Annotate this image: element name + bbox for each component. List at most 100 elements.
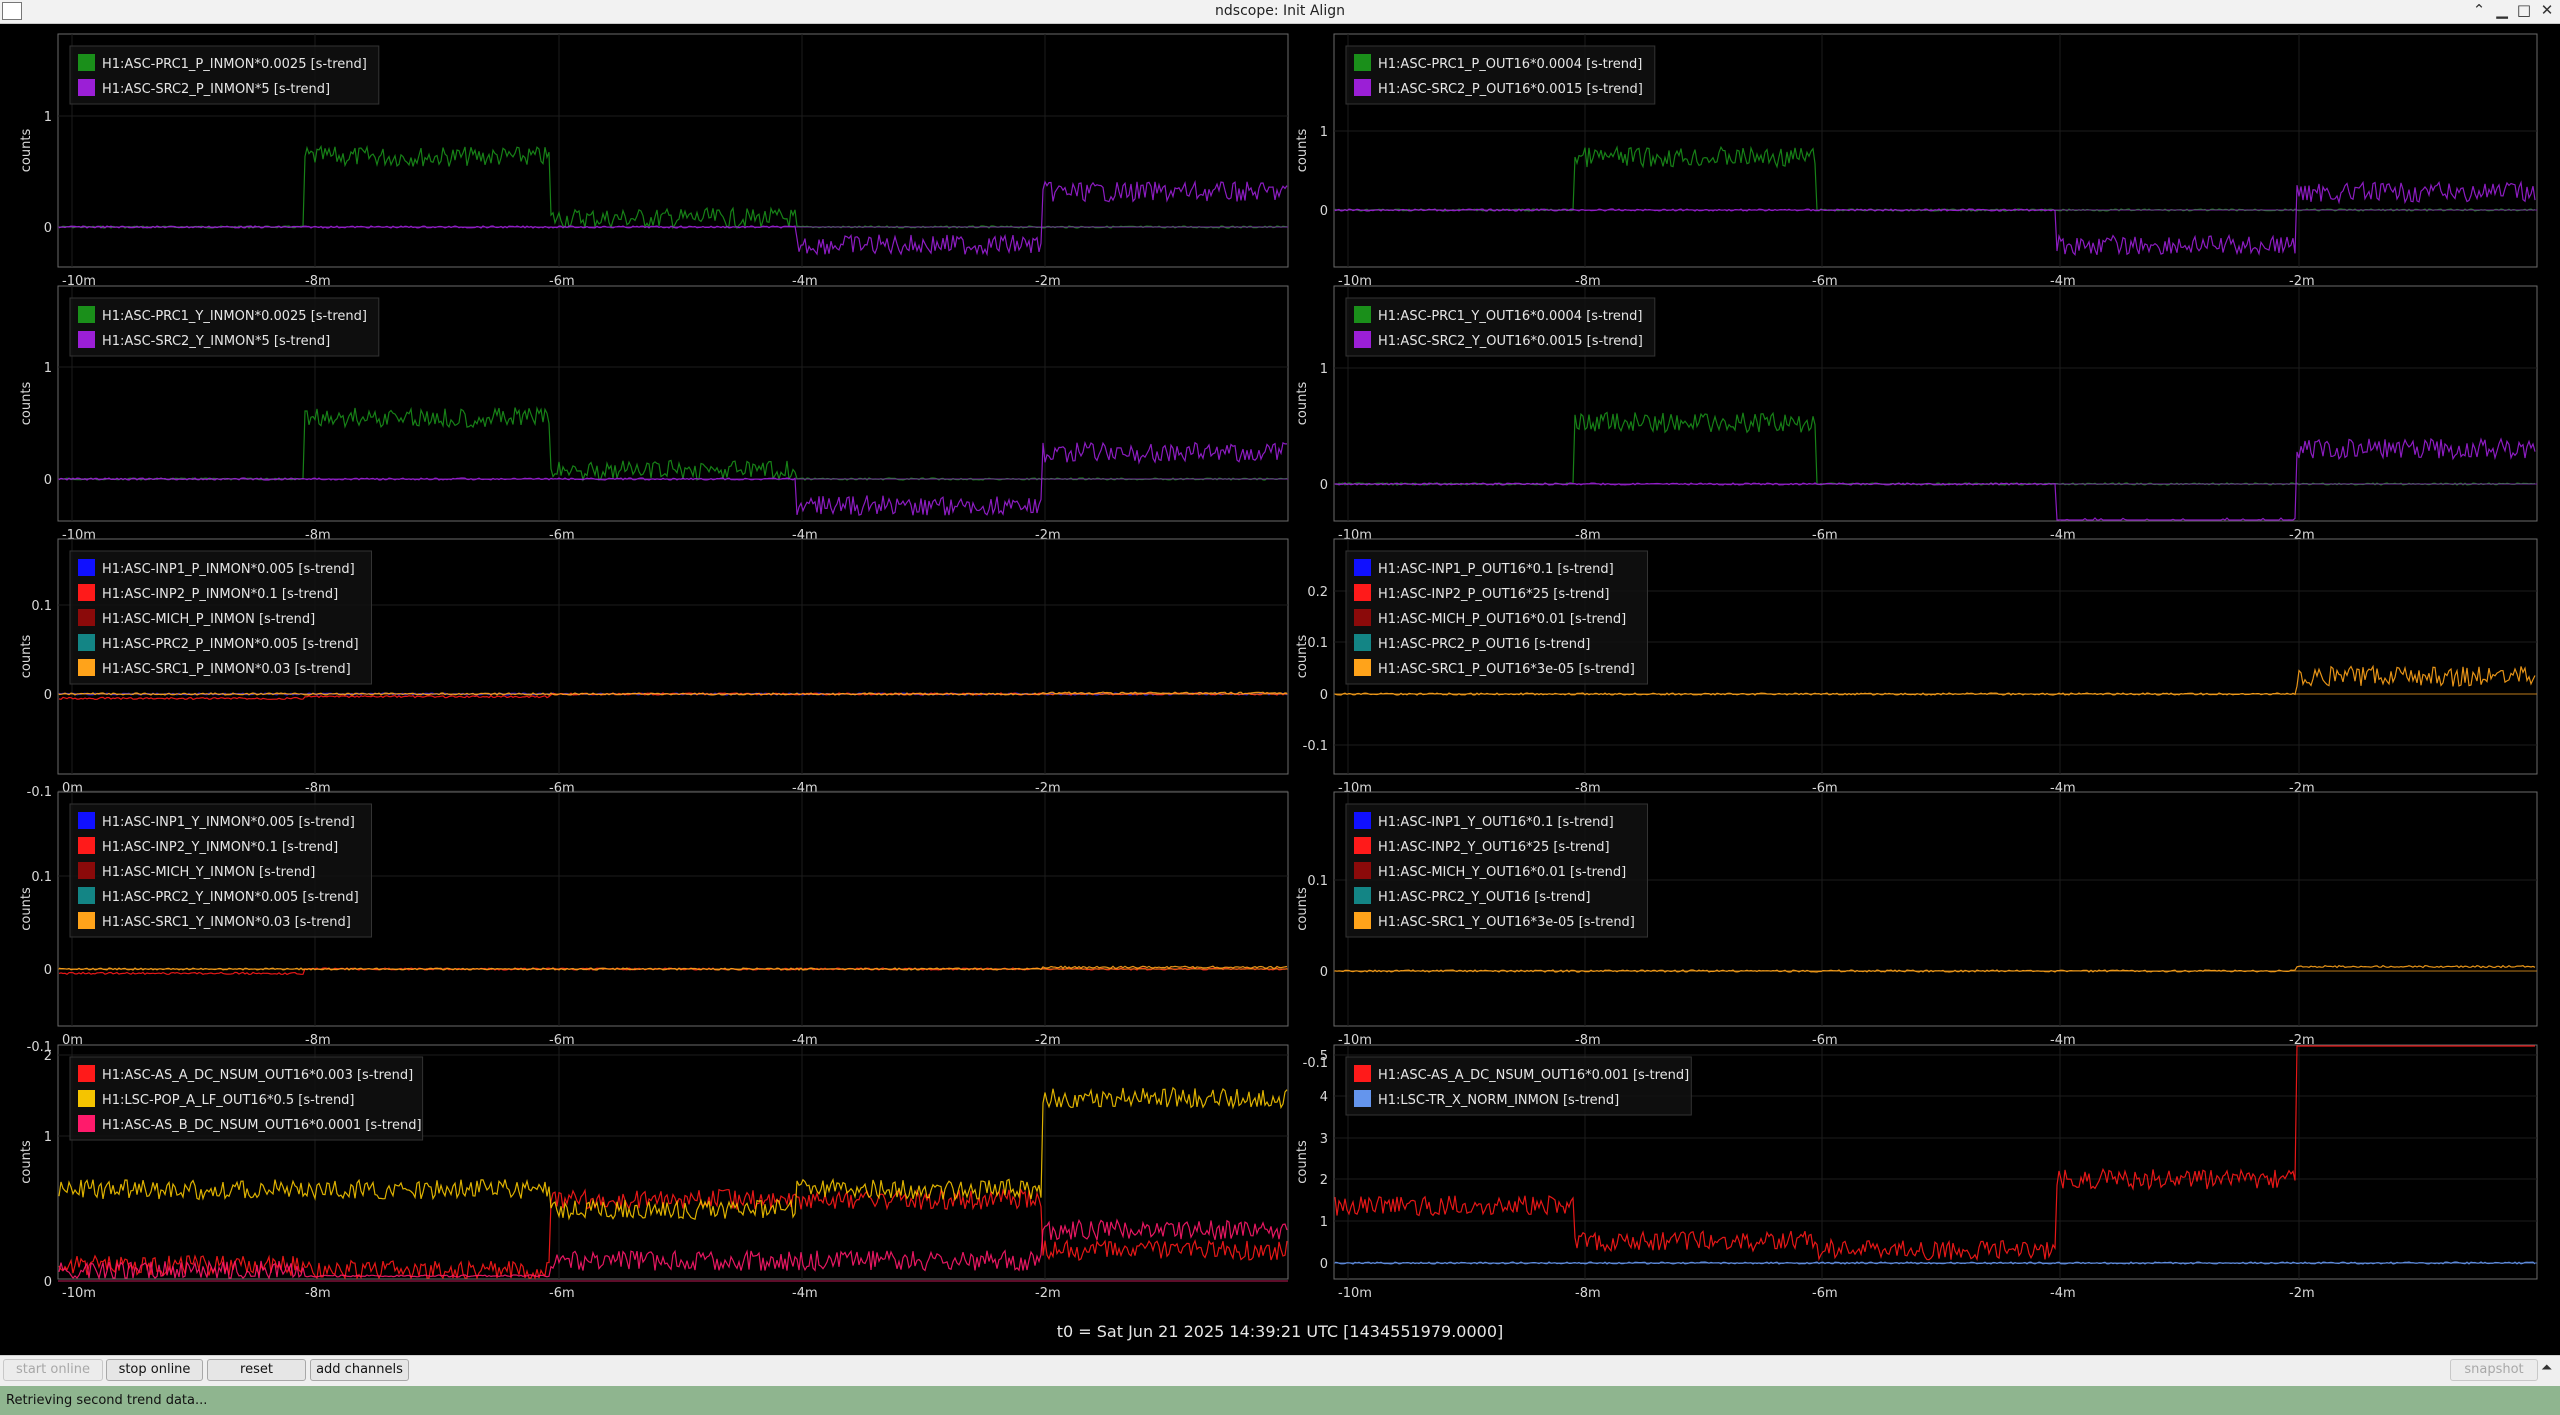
- y-tick-label: 1: [44, 110, 52, 125]
- y-tick-label: -0.1: [1303, 739, 1328, 754]
- legend-swatch: [78, 1090, 95, 1107]
- x-tick-label: -4m: [792, 1286, 818, 1301]
- status-bar: Retrieving second trend data...: [0, 1386, 2560, 1415]
- x-tick-label: -4m: [2050, 1286, 2076, 1301]
- y-tick-label: 2: [1320, 1173, 1328, 1188]
- legend-label: H1:ASC-PRC1_P_OUT16*0.0004 [s-trend]: [1378, 57, 1642, 72]
- legend-swatch: [1354, 1090, 1371, 1107]
- legend-swatch: [78, 331, 95, 348]
- legend-label: H1:ASC-PRC1_Y_OUT16*0.0004 [s-trend]: [1378, 309, 1642, 324]
- legend-swatch: [1354, 912, 1371, 929]
- y-tick-label: 4: [1320, 1090, 1328, 1105]
- legend-label: H1:ASC-PRC2_P_OUT16 [s-trend]: [1378, 637, 1590, 652]
- x-tick-label: -10m: [62, 1286, 96, 1301]
- y-tick-label: 0: [1320, 688, 1328, 703]
- restore-icon[interactable]: ▁: [2492, 1, 2512, 19]
- plot-panel[interactable]: 0.10-0.1-10m -8m -6m -4m -2mcountsH1:ASC-INP…: [1295, 791, 2538, 1071]
- toolbar: start online stop online reset add chann…: [0, 1355, 2560, 1386]
- chevron-up-icon[interactable]: ⏶: [2541, 1360, 2552, 1376]
- y-axis-label: counts: [1295, 1140, 1310, 1184]
- y-axis-label: counts: [1295, 887, 1310, 931]
- y-axis-label: counts: [19, 129, 34, 173]
- y-tick-label: 0: [44, 963, 52, 978]
- y-tick-label: 0: [44, 221, 52, 236]
- y-tick-label: 1: [44, 361, 52, 376]
- legend-swatch: [1354, 609, 1371, 626]
- legend-label: H1:ASC-INP2_Y_INMON*0.1 [s-trend]: [102, 840, 338, 855]
- y-tick-label: 5: [1320, 1049, 1328, 1064]
- y-tick-label: 3: [1320, 1132, 1328, 1147]
- plot-panel[interactable]: 5 4 3 2 1 0 -10m -8m -6m -4m -2m counts H1:ASC-AS_A_…: [1295, 1044, 2538, 1301]
- legend-swatch: [78, 862, 95, 879]
- plot-panel[interactable]: 0.10-0.1 0m -8m -6m -4m -2mcountsH1:ASC-INP1_…: [19, 538, 1289, 800]
- legend-label: H1:LSC-POP_A_LF_OUT16*0.5 [s-trend]: [102, 1093, 355, 1108]
- window-title: ndscope: Init Align: [1215, 3, 1345, 19]
- x-tick-label: -2m: [2289, 1286, 2315, 1301]
- x-tick-label: -2m: [1035, 1286, 1061, 1301]
- y-axis-label: counts: [19, 1140, 34, 1184]
- legend-label: H1:ASC-INP2_Y_OUT16*25 [s-trend]: [1378, 840, 1610, 855]
- legend-swatch: [1354, 1065, 1371, 1082]
- legend-swatch: [1354, 54, 1371, 71]
- legend-swatch: [1354, 559, 1371, 576]
- legend-label: H1:ASC-AS_B_DC_NSUM_OUT16*0.0001 [s-tren…: [102, 1118, 422, 1133]
- plot-panel[interactable]: 10-10m -8m -6m -4m -2mcountsH1:ASC-PRC1_Y_IN…: [19, 285, 1289, 543]
- x-tick-label: -8m: [305, 1286, 331, 1301]
- legend-label: H1:ASC-PRC1_P_INMON*0.0025 [s-trend]: [102, 57, 367, 72]
- y-tick-label: 0.1: [1307, 874, 1328, 889]
- x-tick-label: -6m: [549, 1286, 575, 1301]
- legend-swatch: [78, 634, 95, 651]
- status-text: Retrieving second trend data...: [6, 1393, 208, 1408]
- legend-label: H1:ASC-MICH_P_INMON [s-trend]: [102, 612, 315, 627]
- snapshot-button[interactable]: snapshot: [2450, 1359, 2538, 1381]
- legend-label: H1:ASC-PRC2_Y_OUT16 [s-trend]: [1378, 890, 1590, 905]
- y-tick-label: 0: [44, 473, 52, 488]
- legend-swatch: [1354, 634, 1371, 651]
- legend-swatch: [1354, 837, 1371, 854]
- maximize-icon[interactable]: □: [2514, 1, 2534, 19]
- y-tick-label: 0: [1320, 1257, 1328, 1272]
- legend-label: H1:ASC-INP1_P_OUT16*0.1 [s-trend]: [1378, 562, 1614, 577]
- add-channels-button[interactable]: add channels: [310, 1359, 409, 1381]
- t0-label: t0 = Sat Jun 21 2025 14:39:21 UTC [14345…: [1056, 1322, 1504, 1341]
- legend-label: H1:ASC-MICH_Y_OUT16*0.01 [s-trend]: [1378, 865, 1626, 880]
- reset-button[interactable]: reset: [207, 1359, 306, 1381]
- y-tick-label: 0: [1320, 204, 1328, 219]
- stop-online-button[interactable]: stop online: [106, 1359, 203, 1381]
- x-tick-label: -10m: [1338, 1286, 1372, 1301]
- x-tick-label: -8m: [1575, 1286, 1601, 1301]
- legend-swatch: [1354, 862, 1371, 879]
- legend-label: H1:ASC-MICH_Y_INMON [s-trend]: [102, 865, 315, 880]
- plot-panel[interactable]: 2 1 0 -10m -8m -6m -4m -2m counts H1:ASC-AS_A_DC_…: [19, 1044, 1289, 1301]
- y-axis-label: counts: [1295, 129, 1310, 173]
- minimize-icon[interactable]: ⌃: [2469, 1, 2489, 19]
- legend-swatch: [78, 559, 95, 576]
- legend-label: H1:ASC-SRC2_Y_INMON*5 [s-trend]: [102, 334, 330, 349]
- plot-panel[interactable]: 10-10m -8m -6m -4m -2mcountsH1:ASC-PRC1_P_OU…: [1295, 33, 2538, 289]
- legend-label: H1:ASC-INP1_Y_INMON*0.005 [s-trend]: [102, 815, 355, 830]
- plot-grid[interactable]: 1 0 -10m -8m -6m -4m -2m counts H1:ASC-PRC1_P_IN…: [0, 24, 2560, 1304]
- y-tick-label: 0.1: [1307, 636, 1328, 651]
- y-axis-label: counts: [19, 382, 34, 426]
- y-axis-label: counts: [19, 887, 34, 931]
- legend-swatch: [78, 79, 95, 96]
- start-online-button[interactable]: start online: [3, 1359, 103, 1381]
- plot-panel[interactable]: 10-10m -8m -6m -4m -2mcountsH1:ASC-PRC1_Y_OU…: [1295, 285, 2538, 543]
- plot-panel[interactable]: 10-10m -8m -6m -4m -2mcountsH1:ASC-PRC1_P_IN…: [19, 33, 1289, 289]
- plot-panel[interactable]: 0.10-0.1 0m -8m -6m -4m -2mcountsH1:ASC-INP1_…: [19, 791, 1289, 1055]
- legend-swatch: [78, 1065, 95, 1082]
- legend-label: H1:LSC-TR_X_NORM_INMON [s-trend]: [1378, 1093, 1619, 1108]
- legend-label: H1:ASC-SRC1_Y_OUT16*3e-05 [s-trend]: [1378, 915, 1635, 930]
- legend-label: H1:ASC-SRC1_P_INMON*0.03 [s-trend]: [102, 662, 351, 677]
- y-tick-label: 0.1: [31, 870, 52, 885]
- y-tick-label: 0.2: [1307, 585, 1328, 600]
- legend-swatch: [1354, 79, 1371, 96]
- legend-swatch: [78, 1115, 95, 1132]
- legend-swatch: [1354, 306, 1371, 323]
- plot-panel[interactable]: 0.20.10-0.1-10m -8m -6m -4m -2mcountsH1:ASC-…: [1295, 538, 2538, 796]
- legend-swatch: [78, 609, 95, 626]
- y-tick-label: 1: [1320, 125, 1328, 140]
- close-icon[interactable]: ✕: [2537, 1, 2557, 19]
- y-tick-label: 1: [1320, 362, 1328, 377]
- legend-swatch: [78, 912, 95, 929]
